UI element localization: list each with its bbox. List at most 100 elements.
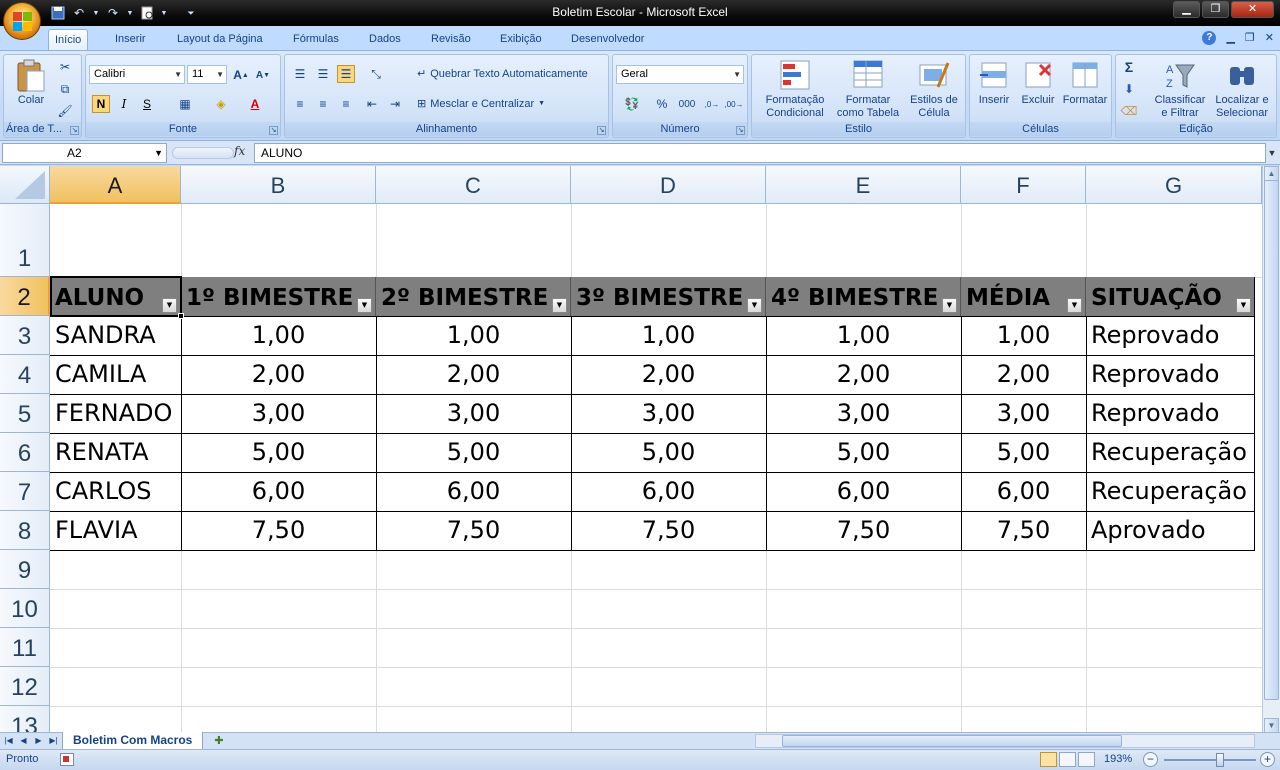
decrease-indent-icon[interactable]: ⇤ [363, 95, 381, 113]
zoom-level[interactable]: 193% [1104, 753, 1132, 765]
cell-f3[interactable]: 1,00 [961, 316, 1086, 355]
page-layout-view-icon[interactable] [1059, 752, 1076, 767]
workbook-restore-icon[interactable]: ❐ [1245, 31, 1255, 45]
font-color-icon[interactable]: A [246, 95, 264, 113]
copy-icon[interactable]: ⧉ [56, 80, 74, 98]
wrap-text-button[interactable]: ↵ Quebrar Texto Automaticamente [417, 67, 588, 81]
row-header-7[interactable]: 7 [0, 472, 50, 511]
record-macro-icon[interactable] [60, 753, 74, 766]
orientation-icon[interactable]: ⤡ [367, 65, 385, 83]
column-header-a[interactable]: A [50, 166, 181, 204]
next-sheet-icon[interactable]: ▶ [32, 734, 45, 748]
tab-exibicao[interactable]: Exibição [494, 29, 548, 50]
cell-b3[interactable]: 1,00 [181, 316, 376, 355]
cell-a5[interactable]: FERNADO [50, 394, 181, 433]
cell-f6[interactable]: 5,00 [961, 433, 1086, 472]
cell-c7[interactable]: 6,00 [376, 472, 571, 511]
zoom-out-icon[interactable]: − [1143, 752, 1158, 767]
align-bottom-icon[interactable]: ☰ [337, 65, 355, 83]
cell-g3[interactable]: Reprovado [1086, 316, 1255, 355]
horizontal-scrollbar[interactable] [755, 734, 1255, 748]
align-center-icon[interactable]: ≡ [314, 95, 332, 113]
header-cell-media[interactable]: MÉDIA ▼ [961, 277, 1086, 316]
bold-button[interactable]: N [92, 95, 110, 113]
number-format-combo[interactable]: Geral ▼ [616, 65, 744, 84]
cell-g4[interactable]: Reprovado [1086, 355, 1255, 394]
conditional-formatting-button[interactable]: Formatação Condicional [756, 57, 834, 120]
filter-dropdown-icon[interactable]: ▼ [942, 298, 957, 313]
cell-a7[interactable]: CARLOS [50, 472, 181, 511]
format-cells-button[interactable]: Formatar [1060, 57, 1110, 107]
cell-e4[interactable]: 2,00 [766, 355, 961, 394]
cell-c4[interactable]: 2,00 [376, 355, 571, 394]
tab-desenvolvedor[interactable]: Desenvolvedor [565, 29, 650, 50]
header-cell-bimestre-4[interactable]: 4º BIMESTRE ▼ [766, 277, 961, 316]
workbook-minimize-icon[interactable]: ▁ [1226, 31, 1234, 45]
autosum-icon[interactable]: Σ [1120, 58, 1138, 76]
column-header-e[interactable]: E [766, 166, 961, 204]
align-middle-icon[interactable]: ☰ [314, 65, 332, 83]
close-button[interactable]: ✕ [1231, 1, 1274, 18]
zoom-in-icon[interactable]: + [1260, 752, 1275, 767]
tab-dados[interactable]: Dados [363, 29, 407, 50]
last-sheet-icon[interactable]: ▶| [47, 734, 60, 748]
align-top-icon[interactable]: ☰ [291, 65, 309, 83]
cell-e7[interactable]: 6,00 [766, 472, 961, 511]
align-right-icon[interactable]: ≡ [337, 95, 355, 113]
row-header-9[interactable]: 9 [0, 550, 50, 589]
tab-inicio[interactable]: Início [48, 29, 89, 50]
cell-d6[interactable]: 5,00 [571, 433, 766, 472]
row-header-8[interactable]: 8 [0, 511, 50, 550]
horizontal-scroll-thumb[interactable] [782, 735, 1122, 747]
restore-button[interactable]: ❐ [1202, 1, 1229, 18]
prev-sheet-icon[interactable]: ◀ [17, 734, 30, 748]
column-header-c[interactable]: C [376, 166, 571, 204]
cell-c6[interactable]: 5,00 [376, 433, 571, 472]
row-header-2[interactable]: 2 [0, 277, 50, 316]
column-header-g[interactable]: G [1086, 166, 1262, 204]
cell-styles-button[interactable]: Estilos de Célula [904, 57, 964, 120]
cell-a6[interactable]: RENATA [50, 433, 181, 472]
cell-a4[interactable]: CAMILA [50, 355, 181, 394]
cell-b8[interactable]: 7,50 [181, 511, 376, 550]
row-header-3[interactable]: 3 [0, 316, 50, 355]
cut-icon[interactable]: ✂ [56, 58, 74, 76]
cell-a8[interactable]: FLAVIA [50, 511, 181, 550]
page-break-view-icon[interactable] [1078, 752, 1095, 767]
help-icon[interactable]: ? [1202, 31, 1217, 45]
align-left-icon[interactable]: ≡ [291, 95, 309, 113]
row-header-10[interactable]: 10 [0, 589, 50, 628]
fill-color-icon[interactable]: ◈ [212, 95, 230, 113]
row-header-11[interactable]: 11 [0, 628, 50, 667]
currency-icon[interactable]: 💱 [619, 95, 645, 113]
column-header-b[interactable]: B [181, 166, 376, 204]
alignment-launcher-icon[interactable]: ↘ [597, 126, 606, 135]
expand-formula-bar-icon[interactable]: ▼ [1266, 144, 1278, 162]
fill-icon[interactable]: ⬇ [1120, 80, 1138, 98]
grow-font-icon[interactable]: A ▲ [232, 66, 250, 84]
tab-revisao[interactable]: Revisão [425, 29, 477, 50]
column-header-d[interactable]: D [571, 166, 766, 204]
cell-f8[interactable]: 7,50 [961, 511, 1086, 550]
increase-decimal-icon[interactable]: ,0→ [703, 95, 721, 113]
font-launcher-icon[interactable]: ↘ [269, 126, 278, 135]
cell-a3[interactable]: SANDRA [50, 316, 181, 355]
cell-f5[interactable]: 3,00 [961, 394, 1086, 433]
cell-d8[interactable]: 7,50 [571, 511, 766, 550]
cell-g8[interactable]: Aprovado [1086, 511, 1255, 550]
minimize-button[interactable]: ▁ [1173, 1, 1200, 18]
insert-sheet-icon[interactable]: ✚ [210, 734, 228, 748]
sort-filter-button[interactable]: AZ Classificar e Filtrar [1148, 57, 1212, 120]
cell-d5[interactable]: 3,00 [571, 394, 766, 433]
cell-g6[interactable]: Recuperação [1086, 433, 1255, 472]
insert-function-icon[interactable]: fx [234, 144, 245, 158]
cell-e5[interactable]: 3,00 [766, 394, 961, 433]
row-header-4[interactable]: 4 [0, 355, 50, 394]
borders-icon[interactable]: ▦ [176, 95, 194, 113]
normal-view-icon[interactable] [1040, 752, 1057, 767]
increase-indent-icon[interactable]: ⇥ [386, 95, 404, 113]
tab-formulas[interactable]: Fórmulas [287, 29, 345, 50]
cell-e6[interactable]: 5,00 [766, 433, 961, 472]
select-all-button[interactable] [0, 166, 50, 204]
row-header-5[interactable]: 5 [0, 394, 50, 433]
